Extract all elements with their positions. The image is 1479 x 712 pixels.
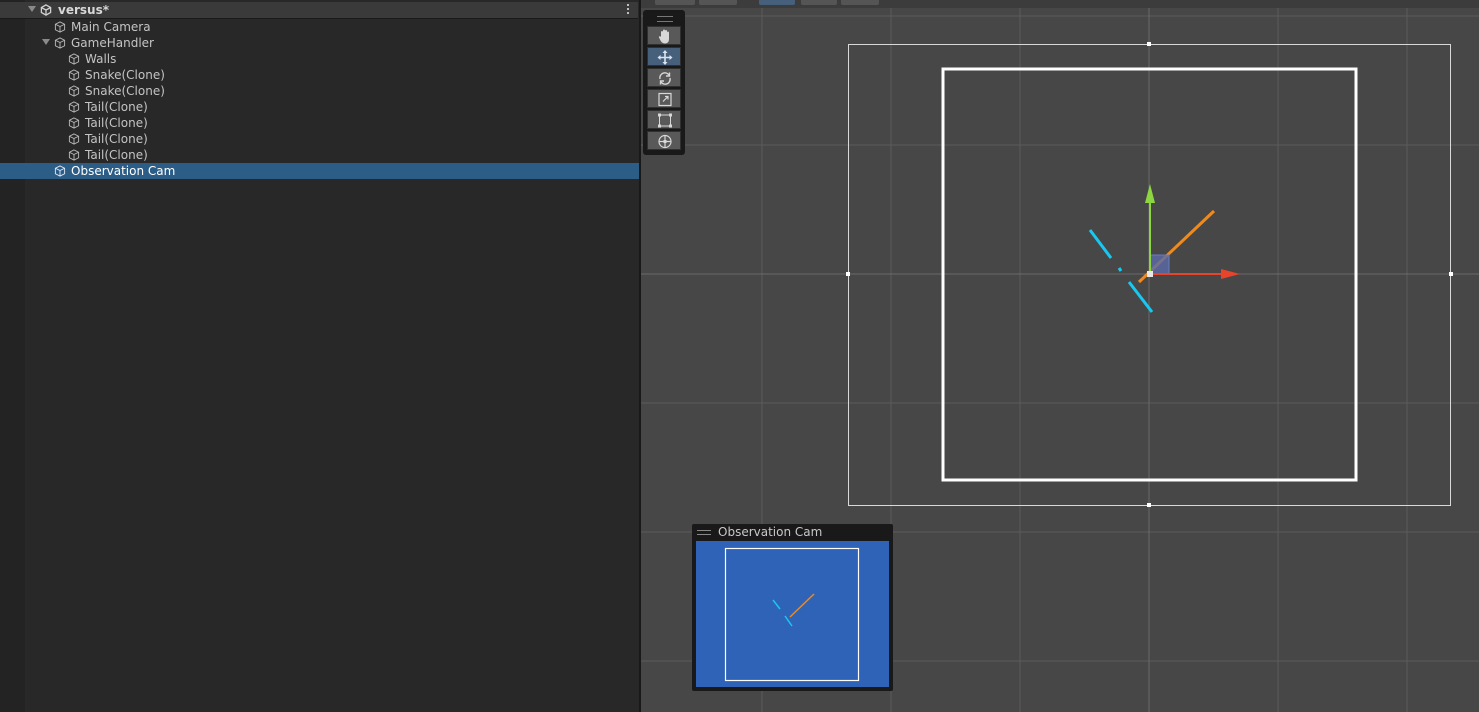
hierarchy-item-label: Observation Cam xyxy=(71,164,176,178)
scene-header-row[interactable]: versus* xyxy=(0,2,638,19)
rotate-tool-button[interactable] xyxy=(647,68,681,87)
hierarchy-item-snake-clone[interactable]: Snake(Clone) xyxy=(0,67,639,83)
hand-tool-icon xyxy=(658,29,669,44)
hierarchy-item-label: Tail(Clone) xyxy=(85,100,148,114)
hierarchy-item-label: Walls xyxy=(85,52,117,66)
camera-preview-overlay: Observation Cam xyxy=(692,524,893,691)
expand-arrow-icon[interactable] xyxy=(42,39,50,45)
hand-tool-button[interactable] xyxy=(647,26,681,45)
scene-view[interactable]: Observation Cam xyxy=(641,0,1479,712)
x-axis-arrow-icon[interactable] xyxy=(1221,269,1240,279)
toolbar-button[interactable] xyxy=(759,0,795,5)
toolbar-button[interactable] xyxy=(699,0,737,5)
hierarchy-item-label: Snake(Clone) xyxy=(85,68,165,82)
toolbar-button[interactable] xyxy=(655,0,695,5)
hierarchy-item-tail-clone[interactable]: Tail(Clone) xyxy=(0,147,639,163)
rect-tool-icon xyxy=(658,113,672,128)
camera-preview-title: Observation Cam xyxy=(718,525,823,539)
transform-tool-icon xyxy=(658,134,672,149)
scale-tool-button[interactable] xyxy=(647,89,681,108)
more-options-icon[interactable] xyxy=(627,4,630,16)
gameobject-cube-icon xyxy=(68,85,80,97)
hierarchy-item-label: Snake(Clone) xyxy=(85,84,165,98)
hierarchy-panel: versus* Main Camera GameHandler Walls Sn… xyxy=(0,0,639,712)
unity-scene-icon xyxy=(40,4,52,16)
scene-name: versus* xyxy=(58,3,109,17)
gameobject-cube-icon xyxy=(68,133,80,145)
y-axis-arrow-icon[interactable] xyxy=(1145,184,1155,203)
hierarchy-item-label: Tail(Clone) xyxy=(85,148,148,162)
expand-arrow-icon[interactable] xyxy=(28,6,36,12)
hierarchy-item-label: Main Camera xyxy=(71,20,151,34)
hierarchy-item-label: GameHandler xyxy=(71,36,154,50)
scene-toolbar xyxy=(641,0,1479,8)
rect-tool-button[interactable] xyxy=(647,110,681,129)
move-tool-button[interactable] xyxy=(647,47,681,66)
gameobject-cube-icon xyxy=(68,117,80,129)
toolbar-button[interactable] xyxy=(841,0,879,5)
gameobject-cube-icon xyxy=(68,53,80,65)
drag-handle-icon[interactable] xyxy=(697,530,711,535)
gameobject-cube-icon xyxy=(68,101,80,113)
camera-preview-titlebar[interactable]: Observation Cam xyxy=(692,524,893,540)
hierarchy-item-tail-clone[interactable]: Tail(Clone) xyxy=(0,99,639,115)
tools-overlay xyxy=(643,10,685,155)
hierarchy-item-label: Tail(Clone) xyxy=(85,132,148,146)
gameobject-cube-icon xyxy=(68,149,80,161)
rotate-tool-icon xyxy=(659,72,671,85)
move-tool-icon xyxy=(657,50,673,65)
hierarchy-item-label: Tail(Clone) xyxy=(85,116,148,130)
hierarchy-item-snake-clone[interactable]: Snake(Clone) xyxy=(0,83,639,99)
camera-preview-image xyxy=(696,541,889,687)
hierarchy-item-main-camera[interactable]: Main Camera xyxy=(0,19,639,35)
gameobject-cube-icon xyxy=(68,69,80,81)
gameobject-cube-icon xyxy=(54,165,66,177)
drag-handle-icon[interactable] xyxy=(657,16,673,22)
hierarchy-item-tail-clone[interactable]: Tail(Clone) xyxy=(0,115,639,131)
transform-tool-button[interactable] xyxy=(647,131,681,150)
pivot-handle[interactable] xyxy=(1147,271,1153,277)
camera-preview-render xyxy=(724,547,860,682)
gameobject-cube-icon xyxy=(54,21,66,33)
toolbar-button[interactable] xyxy=(801,0,837,5)
hierarchy-item-gamehandler[interactable]: GameHandler xyxy=(0,35,639,51)
scale-tool-icon xyxy=(658,92,672,107)
hierarchy-item-walls[interactable]: Walls xyxy=(0,51,639,67)
hierarchy-item-tail-clone[interactable]: Tail(Clone) xyxy=(0,131,639,147)
gameobject-cube-icon xyxy=(54,37,66,49)
hierarchy-item-observation-cam[interactable]: Observation Cam xyxy=(0,163,639,179)
